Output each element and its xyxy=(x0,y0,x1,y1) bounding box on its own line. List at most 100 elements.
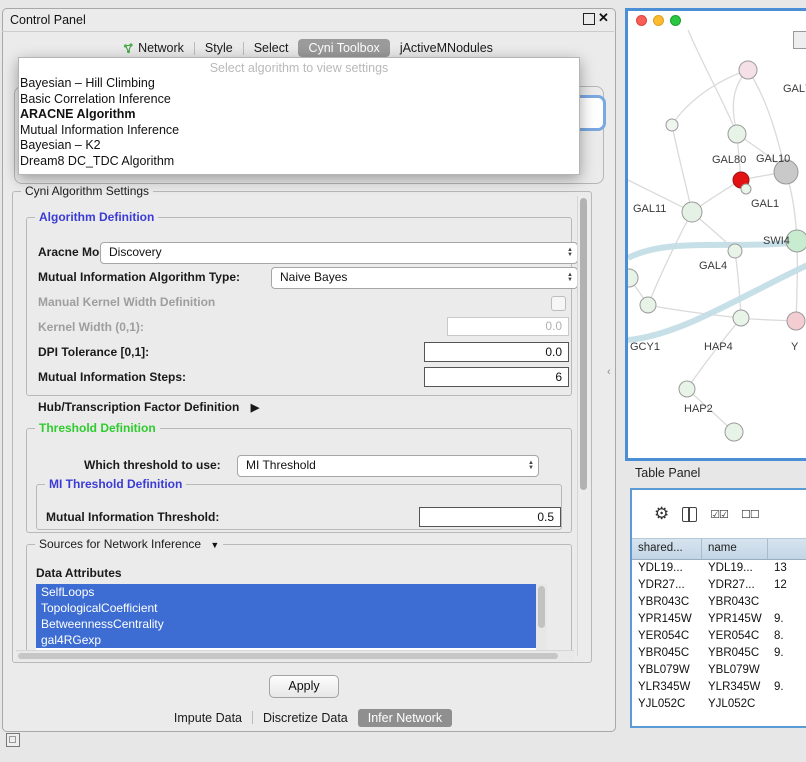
column-header-shared-name[interactable]: shared... xyxy=(632,539,702,559)
network-node[interactable] xyxy=(628,269,638,287)
network-node[interactable] xyxy=(741,184,751,194)
mi-threshold-field[interactable]: 0.5 xyxy=(419,507,561,527)
table-cell[interactable]: 12 xyxy=(768,577,806,594)
algorithm-option[interactable]: Bayesian – K2 xyxy=(19,138,579,154)
table-cell[interactable]: YBR043C xyxy=(632,594,702,611)
attribute-item-selected[interactable]: SelfLoops xyxy=(36,584,547,600)
table-cell[interactable] xyxy=(768,594,806,611)
table-cell[interactable] xyxy=(768,662,806,679)
table-cell[interactable]: YER054C xyxy=(632,628,702,645)
table-cell[interactable]: 9. xyxy=(768,645,806,662)
table-cell[interactable]: YJL052C xyxy=(632,696,702,713)
table-cell[interactable]: YLR345W xyxy=(702,679,768,696)
table-header: shared... name xyxy=(632,538,806,560)
zoom-traffic-light[interactable] xyxy=(670,15,681,26)
mi-steps-field[interactable]: 6 xyxy=(424,367,569,387)
network-node[interactable] xyxy=(728,244,742,258)
network-node[interactable] xyxy=(679,381,695,397)
aracne-mode-combo[interactable]: Discovery ▲▼ xyxy=(100,242,578,264)
table-cell[interactable]: YPR145W xyxy=(702,611,768,628)
table-cell[interactable]: YJL052C xyxy=(702,696,768,713)
table-cell[interactable]: YDR27... xyxy=(632,577,702,594)
table-cell[interactable]: YBL079W xyxy=(702,662,768,679)
tab-select[interactable]: Select xyxy=(244,39,299,57)
table-row[interactable]: YDR27... YDR27... 12 xyxy=(632,577,806,594)
tab-cyni-toolbox[interactable]: Cyni Toolbox xyxy=(298,39,389,57)
table-cell[interactable]: YER054C xyxy=(702,628,768,645)
table-cell[interactable]: YBL079W xyxy=(632,662,702,679)
attribute-scroll-thumb[interactable] xyxy=(538,586,545,628)
table-row[interactable]: YDL19... YDL19... 13 xyxy=(632,560,806,577)
table-cell[interactable]: YBR045C xyxy=(632,645,702,662)
columns-icon[interactable] xyxy=(682,507,697,522)
table-cell[interactable]: YBR043C xyxy=(702,594,768,611)
table-cell[interactable]: YPR145W xyxy=(632,611,702,628)
tab-impute-data[interactable]: Impute Data xyxy=(164,709,252,727)
apply-button[interactable]: Apply xyxy=(269,675,339,698)
which-threshold-combo[interactable]: MI Threshold ▲▼ xyxy=(237,455,539,477)
tab-network[interactable]: Network xyxy=(113,39,194,57)
control-panel-titlebar[interactable] xyxy=(2,8,614,32)
float-window-icon[interactable] xyxy=(583,13,595,25)
network-node[interactable] xyxy=(640,297,656,313)
attribute-list-scrollbar[interactable] xyxy=(536,584,547,650)
network-node[interactable] xyxy=(725,423,743,441)
hide-columns-icon[interactable]: ☐☐ xyxy=(741,508,759,521)
network-node[interactable] xyxy=(733,310,749,326)
algorithm-option-selected[interactable]: ARACNE Algorithm xyxy=(19,107,579,123)
column-header-extra[interactable] xyxy=(768,539,806,559)
table-row[interactable]: YBR043C YBR043C xyxy=(632,594,806,611)
column-header-name[interactable]: name xyxy=(702,539,768,559)
algorithm-option[interactable]: Bayesian – Hill Climbing xyxy=(19,76,579,92)
attribute-item-selected[interactable]: gal4RGexp xyxy=(36,632,547,648)
table-row[interactable]: YLR345W YLR345W 9. xyxy=(632,679,806,696)
table-cell[interactable]: 9. xyxy=(768,679,806,696)
table-cell[interactable]: YBR045C xyxy=(702,645,768,662)
settings-hscroll-thumb[interactable] xyxy=(18,653,558,659)
table-row[interactable]: YBL079W YBL079W xyxy=(632,662,806,679)
mi-type-combo[interactable]: Naive Bayes ▲▼ xyxy=(271,267,578,289)
settings-scroll-thumb[interactable] xyxy=(580,198,587,490)
table-cell[interactable]: 8. xyxy=(768,628,806,645)
network-graph[interactable]: GAL7 GAL80 GAL10 GAL11 GAL1 SWI4 GAL4 GC… xyxy=(628,30,806,452)
table-row[interactable]: YJL052C YJL052C xyxy=(632,696,806,713)
attribute-item-selected[interactable]: TopologicalCoefficient xyxy=(36,600,547,616)
algorithm-option[interactable]: Mutual Information Inference xyxy=(19,123,579,139)
panel-resize-handle[interactable]: ‹ xyxy=(607,366,611,378)
expand-arrow-icon[interactable]: ▶ xyxy=(251,402,259,414)
settings-horizontal-scrollbar[interactable] xyxy=(16,650,574,661)
network-node[interactable] xyxy=(728,125,746,143)
collapse-arrow-icon[interactable]: ▼ xyxy=(210,540,219,550)
gear-icon[interactable]: ⚙ xyxy=(654,504,669,524)
attribute-item-selected[interactable]: BetweennessCentrality xyxy=(36,616,547,632)
table-cell[interactable]: YLR345W xyxy=(632,679,702,696)
algorithm-option[interactable]: Basic Correlation Inference xyxy=(19,92,579,108)
table-row[interactable]: YPR145W YPR145W 9. xyxy=(632,611,806,628)
table-cell[interactable]: 13 xyxy=(768,560,806,577)
tab-discretize-data[interactable]: Discretize Data xyxy=(253,709,358,727)
select-columns-icon[interactable]: ☑☑ xyxy=(710,508,728,521)
close-icon[interactable]: ✕ xyxy=(598,10,609,26)
tab-infer-network[interactable]: Infer Network xyxy=(358,709,452,727)
table-row[interactable]: YBR045C YBR045C 9. xyxy=(632,645,806,662)
table-cell[interactable]: YDR27... xyxy=(702,577,768,594)
table-cell[interactable]: YDL19... xyxy=(702,560,768,577)
table-cell[interactable]: YDL19... xyxy=(632,560,702,577)
dpi-tolerance-field[interactable]: 0.0 xyxy=(424,342,569,362)
dock-panel-icon[interactable] xyxy=(6,733,20,747)
hub-definition-toggle[interactable]: Hub/Transcription Factor Definition ▶ xyxy=(38,400,259,414)
minimize-traffic-light[interactable] xyxy=(653,15,664,26)
sources-group-title[interactable]: Sources for Network Inference ▼ xyxy=(35,537,223,551)
network-node[interactable] xyxy=(739,61,757,79)
table-cell[interactable]: 9. xyxy=(768,611,806,628)
network-node[interactable] xyxy=(682,202,702,222)
tab-jactivemnodules[interactable]: jActiveMNodules xyxy=(390,39,503,57)
table-row[interactable]: YER054C YER054C 8. xyxy=(632,628,806,645)
tab-style[interactable]: Style xyxy=(195,39,243,57)
close-traffic-light[interactable] xyxy=(636,15,647,26)
table-cell[interactable] xyxy=(768,696,806,713)
algorithm-option[interactable]: Dream8 DC_TDC Algorithm xyxy=(19,154,579,170)
network-node[interactable] xyxy=(666,119,678,131)
network-node[interactable] xyxy=(787,312,805,330)
settings-vertical-scrollbar[interactable] xyxy=(577,196,590,656)
